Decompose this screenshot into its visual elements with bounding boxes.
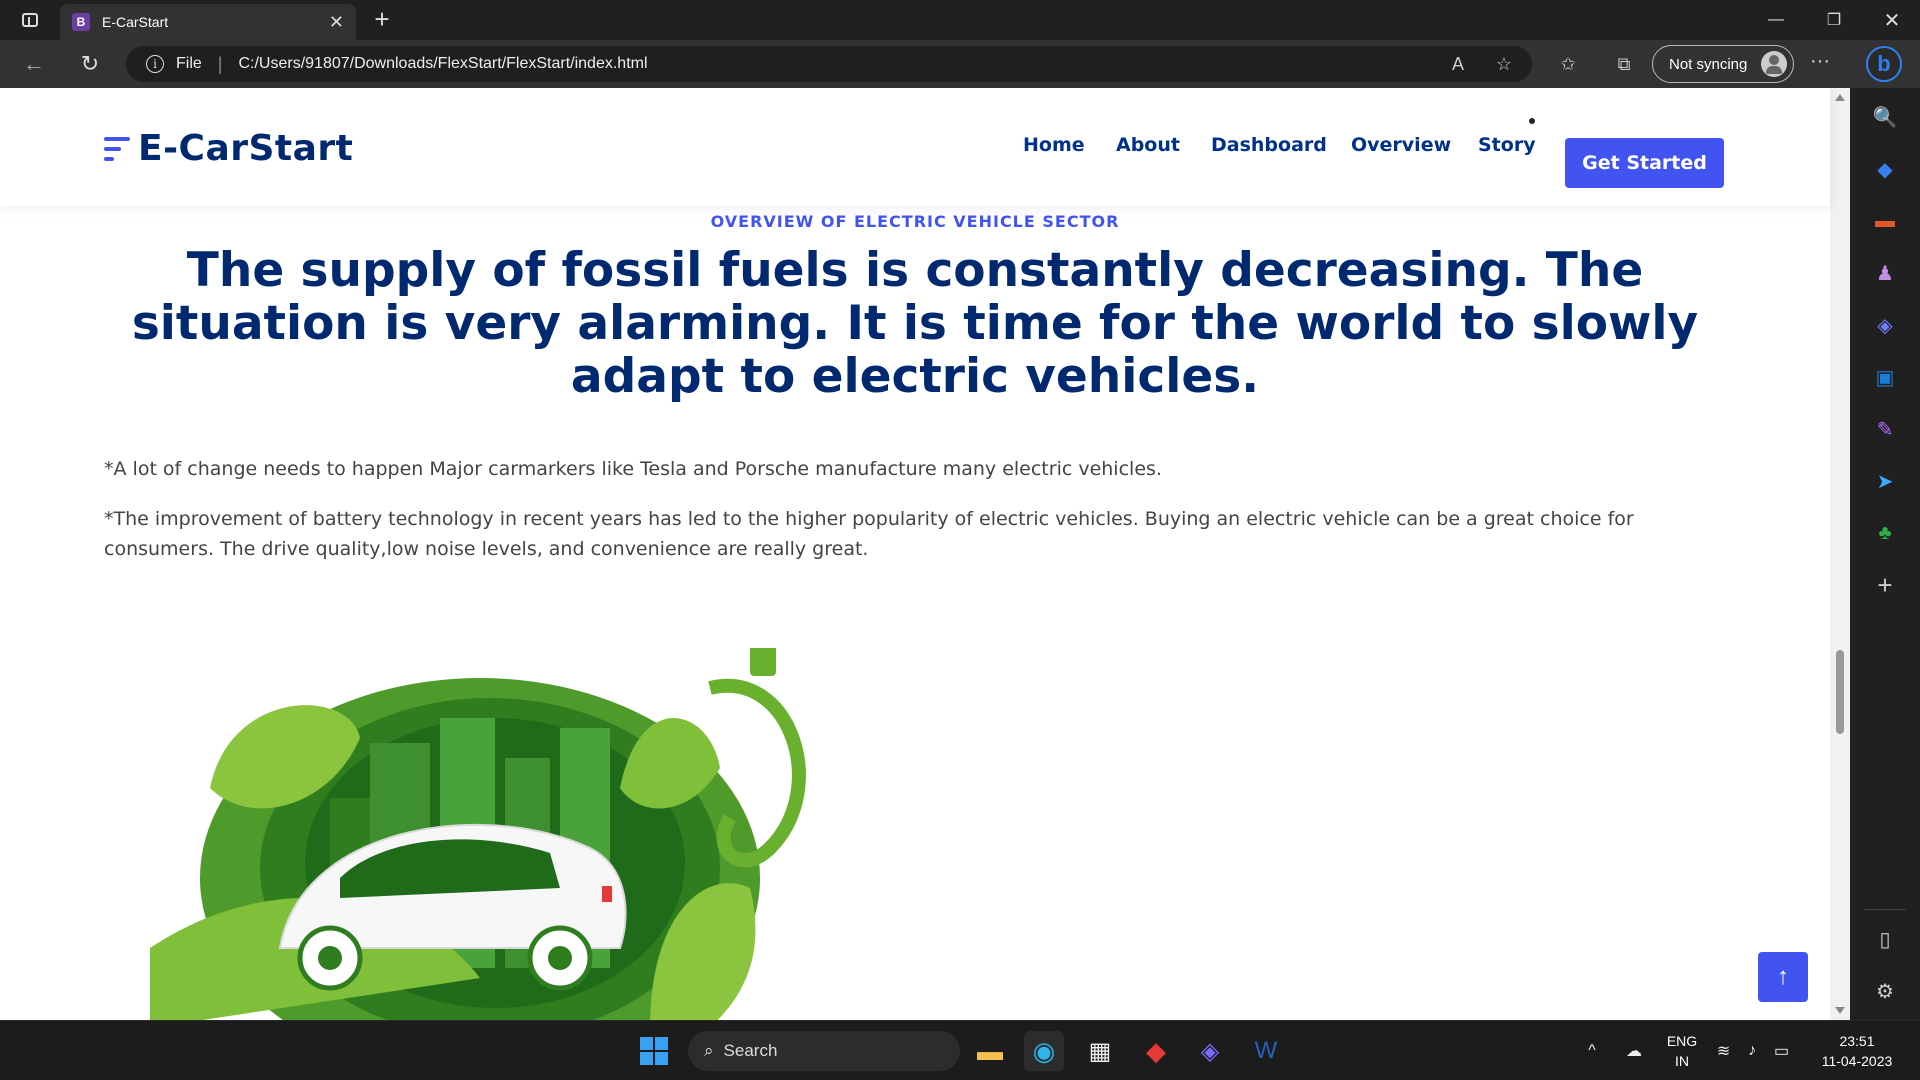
taskbar-search[interactable]: ⌕ Search [688,1031,960,1071]
show-hidden-icons[interactable]: ^ [1572,1031,1612,1071]
browser-tab[interactable]: B E-CarStart ✕ [60,4,356,40]
tree-icon[interactable]: ♣ [1872,520,1898,546]
sidebar-divider [1864,909,1906,910]
new-tab-button[interactable]: + [368,6,396,34]
copilot-icon[interactable]: ◈ [1872,312,1898,338]
system-tray-icons[interactable]: ≋ ♪ ▭ [1708,1031,1798,1071]
nav-about[interactable]: About [1116,134,1180,156]
more-options-icon[interactable]: ··· [1810,50,1830,73]
search-icon[interactable]: 🔍 [1872,104,1898,130]
onedrive-icon[interactable]: ☁ [1614,1031,1654,1071]
minimize-button[interactable]: — [1748,0,1804,40]
volume-icon: ♪ [1748,1042,1757,1059]
paragraph-2: *The improvement of battery technology i… [104,508,1634,560]
browser-toolbar: ← ↻ i File | C:/Users/91807/Downloads/Fl… [0,40,1920,88]
tab-close-icon[interactable]: ✕ [329,12,344,33]
page-scrollbar[interactable] [1830,88,1850,1020]
scroll-up-icon[interactable] [1835,94,1845,101]
site-info-icon[interactable]: i [146,55,164,73]
outlook-icon[interactable]: ▣ [1872,364,1898,390]
search-icon: ⌕ [704,1041,714,1060]
file-explorer-icon[interactable]: ▬ [970,1031,1010,1071]
tab-actions-icon[interactable] [16,8,44,32]
clock[interactable]: 23:51 11-04-2023 [1812,1031,1902,1071]
scroll-down-icon[interactable] [1835,1007,1845,1014]
nav-story[interactable]: Story [1478,134,1536,156]
logo-mark-icon [104,134,130,164]
language-line-1: ENG [1666,1033,1698,1049]
address-scheme: File [176,55,202,72]
language-indicator[interactable]: ENG IN [1664,1031,1700,1071]
designer-icon[interactable]: ✎ [1872,416,1898,442]
windows-taskbar: ⌕ Search ▬ ◉ ▦ ◆ ◈ W ^ ☁ ENG IN ≋ ♪ ▭ 23… [0,1020,1920,1080]
page-viewport: E-CarStart Home About Dashboard Overview… [0,88,1850,1020]
read-aloud-icon[interactable]: A [1444,50,1472,78]
scrollbar-thumb[interactable] [1836,650,1844,734]
close-window-button[interactable]: ✕ [1864,0,1920,40]
battery-icon: ▭ [1773,1043,1790,1060]
refresh-button[interactable]: ↻ [74,50,106,78]
address-separator: | [217,53,223,74]
hide-sidebar-icon[interactable]: ▯ [1872,926,1898,952]
sync-status-label: Not syncing [1669,55,1748,73]
add-sidebar-app-icon[interactable]: + [1872,570,1898,600]
browser-titlebar: B E-CarStart ✕ + — ❐ ✕ [0,0,1920,40]
app-red-diamond-icon[interactable]: ◆ [1136,1031,1176,1071]
restore-button[interactable]: ❐ [1806,0,1862,40]
back-button[interactable]: ← [18,50,50,78]
clock-date: 11-04-2023 [1821,1053,1893,1069]
nav-dashboard[interactable]: Dashboard [1211,134,1327,156]
start-windows-icon[interactable] [634,1031,674,1071]
settings-gear-icon[interactable]: ⚙ [1872,978,1898,1004]
address-url[interactable]: C:/Users/91807/Downloads/FlexStart/FlexS… [238,55,647,73]
wifi-icon: ≋ [1716,1043,1731,1060]
tab-title: E-CarStart [102,14,169,30]
shopping-icon[interactable]: ◆ [1872,156,1898,182]
send-icon[interactable]: ➤ [1872,468,1898,494]
electric-car-illustration [150,648,806,1020]
section-headline: The supply of fossil fuels is constantly… [131,243,1699,404]
add-favorite-icon[interactable]: ☆ [1490,50,1518,78]
collections-icon[interactable]: ⧉ [1610,50,1638,78]
tab-favicon-icon: B [72,13,90,31]
games-icon[interactable]: ♟ [1872,260,1898,286]
avatar [1761,51,1787,77]
edge-browser-icon[interactable]: ◉ [1024,1031,1064,1071]
word-icon[interactable]: W [1246,1031,1286,1071]
bing-copilot-icon[interactable]: b [1866,46,1902,82]
nav-overview[interactable]: Overview [1351,134,1451,156]
microsoft-store-icon[interactable]: ▦ [1080,1031,1120,1071]
active-indicator-dot [1529,118,1535,124]
get-started-button[interactable]: Get Started [1565,138,1724,188]
edge-sidebar: 🔍 ◆ ▬ ♟ ◈ ▣ ✎ ➤ ♣ + ▯ ⚙ [1850,88,1920,1020]
paragraph-1: *A lot of change needs to happen Major c… [104,458,1162,480]
site-header: E-CarStart Home About Dashboard Overview… [0,88,1830,206]
site-logo[interactable]: E-CarStart [104,128,353,169]
clock-time: 23:51 [1839,1033,1875,1049]
profile-button[interactable]: Not syncing [1652,45,1794,83]
nav-home[interactable]: Home [1023,134,1085,156]
language-line-2: IN [1675,1053,1689,1069]
favorites-icon[interactable]: ✩ [1554,50,1582,78]
copilot-taskbar-icon[interactable]: ◈ [1190,1031,1230,1071]
scroll-to-top-button[interactable]: ↑ [1758,952,1808,1002]
section-eyebrow: OVERVIEW OF ELECTRIC VEHICLE SECTOR [710,212,1120,231]
address-bar[interactable]: i File | C:/Users/91807/Downloads/FlexSt… [126,46,1532,82]
tools-icon[interactable]: ▬ [1872,208,1898,234]
logo-text: E-CarStart [138,128,354,169]
taskbar-search-label: Search [723,1041,778,1060]
